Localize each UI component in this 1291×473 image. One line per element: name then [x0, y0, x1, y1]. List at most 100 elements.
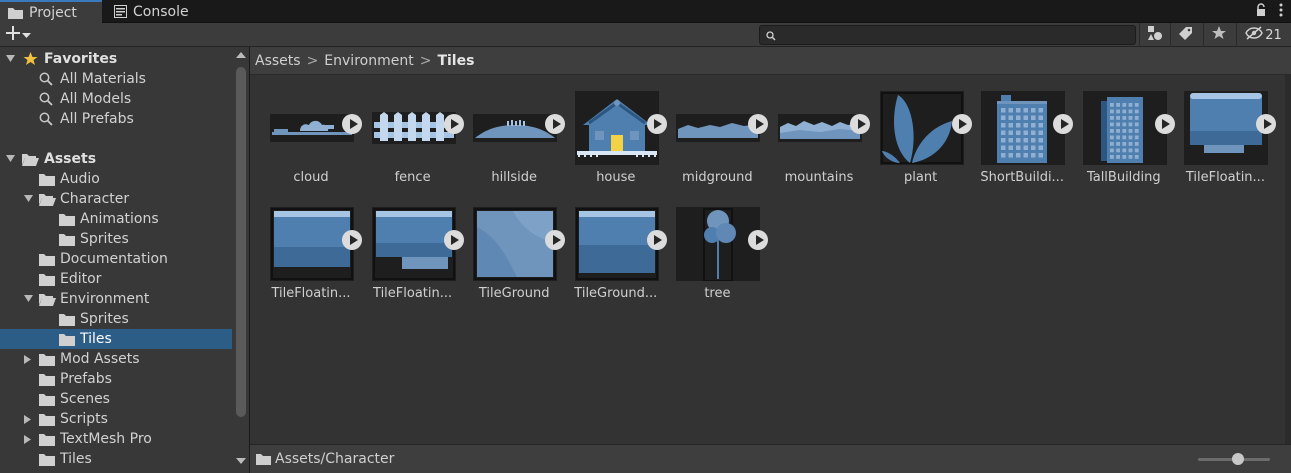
asset-item-tree[interactable]: tree: [656, 199, 769, 309]
breadcrumb-separator: >: [419, 52, 432, 69]
favorite-all-materials[interactable]: All Materials: [0, 69, 232, 89]
shapes-filter-icon: [1147, 25, 1163, 45]
folder-label: Environment: [60, 291, 150, 307]
expand-arrow-icon[interactable]: [5, 154, 15, 164]
breadcrumb-separator: >: [306, 52, 319, 69]
collapse-arrow-icon[interactable]: [23, 434, 33, 444]
favorites-header[interactable]: Favorites: [0, 49, 232, 69]
tree-scrollbar[interactable]: [233, 47, 249, 473]
favorite-all-prefabs[interactable]: All Prefabs: [0, 109, 232, 129]
console-icon: [114, 5, 127, 18]
hidden-packages-toggle[interactable]: 21: [1236, 23, 1290, 47]
tree-folder-scripts[interactable]: Scripts: [0, 409, 232, 429]
tree-folder-tiles[interactable]: Tiles: [0, 329, 232, 349]
asset-item-tallbuilding[interactable]: TallBuilding: [1063, 83, 1175, 193]
asset-item-shortbuilding[interactable]: ShortBuildi...: [961, 83, 1074, 193]
tree-folder-prefabs[interactable]: Prefabs: [0, 369, 232, 389]
asset-item-midground[interactable]: midground: [656, 83, 769, 193]
search-field[interactable]: [759, 25, 1136, 45]
save-search-button[interactable]: [1203, 23, 1233, 47]
favorites-label: Favorites: [44, 51, 118, 67]
folder-icon: [256, 453, 271, 465]
more-options-icon[interactable]: [1279, 3, 1283, 21]
tree-folder-sprites[interactable]: Sprites: [0, 229, 232, 249]
window-tab-bar: Project Console: [0, 0, 1291, 23]
tree-folder-animations[interactable]: Animations: [0, 209, 232, 229]
folder-open-icon: [39, 193, 56, 206]
asset-item-tileground[interactable]: TileGround: [453, 199, 566, 309]
tag-icon: [1178, 26, 1193, 45]
folder-label: Audio: [60, 171, 100, 187]
folder-icon: [39, 413, 55, 426]
folder-icon: [39, 353, 55, 366]
asset-item-hillside[interactable]: hillside: [453, 83, 566, 193]
asset-item-cloud[interactable]: cloud: [250, 83, 362, 193]
tree-folder-textmesh-pro[interactable]: TextMesh Pro: [0, 429, 232, 449]
asset-browser-panel: Assets > Environment > Tiles cloud fence h…: [250, 47, 1291, 473]
tree-folder-tiles[interactable]: Tiles: [0, 449, 232, 469]
search-by-label-button[interactable]: [1170, 23, 1200, 47]
asset-thumbnail: [676, 91, 761, 165]
asset-item-mountains[interactable]: mountains: [758, 83, 870, 193]
folder-icon: [8, 7, 23, 19]
folder-label: Documentation: [60, 251, 168, 267]
asset-thumbnail: [371, 207, 456, 281]
tree-folder-editor[interactable]: Editor: [0, 269, 232, 289]
expand-arrow-icon[interactable]: [5, 54, 15, 64]
assets-root[interactable]: Assets: [0, 149, 232, 169]
tree-folder-environment[interactable]: Environment: [0, 289, 232, 309]
asset-thumbnail: [574, 91, 659, 165]
thumbnail-size-slider[interactable]: [1198, 453, 1270, 465]
play-icon[interactable]: [1256, 114, 1277, 134]
search-by-type-button[interactable]: [1139, 23, 1169, 47]
asset-thumbnail: [981, 91, 1066, 165]
asset-item-house[interactable]: house: [555, 83, 667, 193]
eye-slash-icon: [1245, 26, 1264, 44]
breadcrumb-item-assets[interactable]: Assets: [255, 53, 301, 69]
asset-item-tilefloating2[interactable]: TileFloatin...: [250, 199, 362, 309]
search-icon: [39, 112, 53, 126]
collapse-arrow-icon[interactable]: [23, 414, 33, 424]
play-icon[interactable]: [748, 230, 769, 250]
tab-console[interactable]: Console: [106, 0, 206, 23]
favorite-label: All Materials: [60, 71, 146, 87]
grid-scrollbar[interactable]: [1285, 75, 1291, 444]
breadcrumb-item-environment[interactable]: Environment: [324, 53, 413, 69]
folder-icon: [39, 273, 55, 286]
asset-thumbnail: [473, 207, 558, 281]
tree-folder-mod-assets[interactable]: Mod Assets: [0, 349, 232, 369]
expand-arrow-icon[interactable]: [23, 194, 33, 204]
tree-folder-character[interactable]: Character: [0, 189, 232, 209]
tree-folder-scenes[interactable]: Scenes: [0, 389, 232, 409]
asset-item-tilefloating[interactable]: TileFloatin...: [1164, 83, 1277, 193]
lock-icon[interactable]: [1255, 3, 1267, 21]
scroll-up-icon[interactable]: [236, 52, 246, 58]
folder-icon: [59, 333, 75, 346]
folder-label: Mod Assets: [60, 351, 140, 367]
tree-folder-audio[interactable]: Audio: [0, 169, 232, 189]
scroll-down-icon[interactable]: [236, 458, 246, 464]
tab-project[interactable]: Project: [0, 0, 102, 23]
asset-grid: cloud fence hillside house midground mountain…: [250, 75, 1285, 444]
slider-knob[interactable]: [1231, 453, 1244, 465]
asset-thumbnail: [1082, 91, 1167, 165]
folder-label: Scenes: [60, 391, 110, 407]
expand-arrow-icon[interactable]: [23, 294, 33, 304]
asset-thumbnail: [1184, 91, 1269, 165]
asset-item-plant[interactable]: plant: [860, 83, 972, 193]
plus-icon: [6, 26, 20, 44]
favorite-all-models[interactable]: All Models: [0, 89, 232, 109]
search-icon: [766, 30, 776, 45]
create-button[interactable]: [6, 26, 40, 44]
scroll-thumb[interactable]: [236, 67, 246, 417]
tree-folder-sprites[interactable]: Sprites: [0, 309, 232, 329]
status-bar: Assets/Character: [250, 444, 1291, 473]
tree-folder-documentation[interactable]: Documentation: [0, 249, 232, 269]
search-input[interactable]: [780, 26, 1130, 44]
asset-item-fence[interactable]: fence: [352, 83, 464, 193]
asset-item-tilefloating3[interactable]: TileFloatin...: [352, 199, 464, 309]
collapse-arrow-icon[interactable]: [23, 354, 33, 364]
search-icon: [39, 92, 53, 106]
chevron-down-icon: [22, 28, 31, 43]
asset-item-tileground2[interactable]: TileGround...: [555, 199, 667, 309]
